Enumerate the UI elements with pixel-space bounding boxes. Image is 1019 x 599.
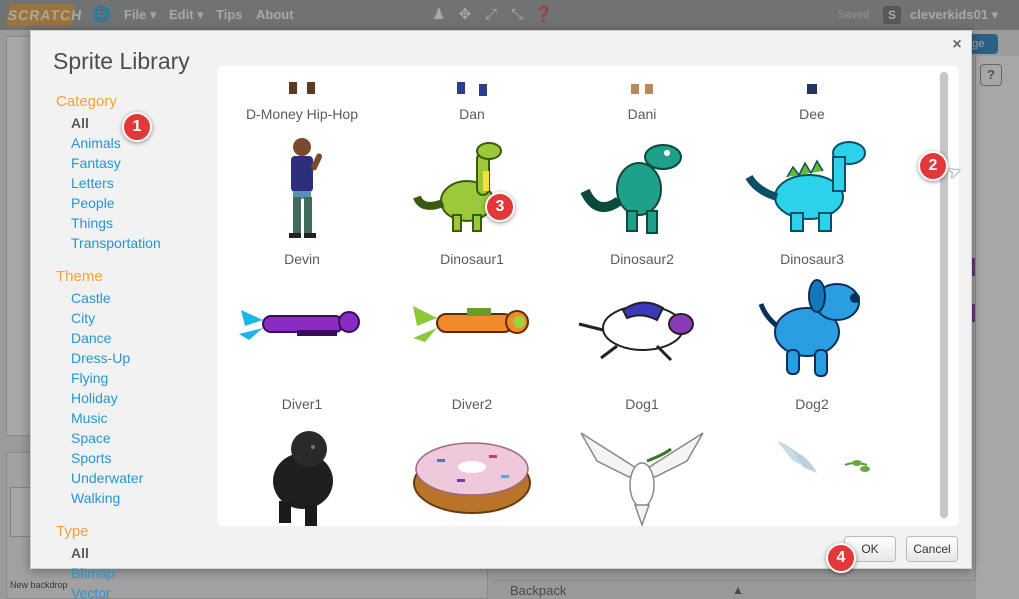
type-vector[interactable]: Vector xyxy=(71,585,111,599)
sprite-tile-dani[interactable]: Dani xyxy=(557,66,727,126)
step-marker-3: 3 xyxy=(485,192,515,222)
sprite-tile-dog2[interactable]: Dog2 xyxy=(727,276,897,416)
sprite-name: Dinosaur1 xyxy=(440,251,504,267)
dialog-title: Sprite Library xyxy=(53,48,190,74)
sprite-tile-dove[interactable] xyxy=(557,421,727,526)
sprite-name: Dinosaur3 xyxy=(780,251,844,267)
theme-space[interactable]: Space xyxy=(71,430,111,446)
sprite-name: Devin xyxy=(284,251,320,267)
sprite-thumbnail xyxy=(567,66,717,96)
theme-heading: Theme xyxy=(56,268,103,285)
category-heading: Category xyxy=(56,93,117,110)
sprite-name: Dani xyxy=(627,106,657,122)
sprite-thumbnail xyxy=(567,276,717,386)
sprite-tile-dinosaur1[interactable]: Dinosaur1 xyxy=(387,131,557,271)
sprite-tile-donut[interactable] xyxy=(387,421,557,526)
sprite-tile-dinosaur2[interactable]: Dinosaur2 xyxy=(557,131,727,271)
close-icon[interactable]: × xyxy=(949,35,965,55)
theme-music[interactable]: Music xyxy=(71,410,108,426)
theme-castle[interactable]: Castle xyxy=(71,290,111,306)
theme-holiday[interactable]: Holiday xyxy=(71,390,118,406)
sprite-name: Diver1 xyxy=(281,396,323,412)
sprite-name: D-Money Hip-Hop xyxy=(245,106,359,122)
type-bitmap[interactable]: Bitmap xyxy=(71,565,115,581)
sprite-tile-diver1[interactable]: Diver1 xyxy=(217,276,387,416)
step-marker-2: 2 xyxy=(918,151,948,181)
sprite-tile-devin[interactable]: Devin xyxy=(217,131,387,271)
sprite-name: Dee xyxy=(799,106,825,122)
category-all[interactable]: All xyxy=(71,115,89,131)
category-people[interactable]: People xyxy=(71,195,115,211)
sprite-thumbnail xyxy=(737,131,887,241)
sprite-name: Dog1 xyxy=(625,396,659,412)
sprite-tile-dog1[interactable]: Dog1 xyxy=(557,276,727,416)
sprite-thumbnail xyxy=(737,66,887,96)
sprite-tile-d-money-hip-hop[interactable]: D-Money Hip-Hop xyxy=(217,66,387,126)
sprite-thumbnail xyxy=(227,131,377,241)
category-fantasy[interactable]: Fantasy xyxy=(71,155,121,171)
sprite-thumbnail xyxy=(397,421,547,526)
theme-city[interactable]: City xyxy=(71,310,95,326)
sprite-thumbnail xyxy=(397,131,547,241)
sprite-tile-dinosaur3[interactable]: Dinosaur3 xyxy=(727,131,897,271)
sprite-tile-dan[interactable]: Dan xyxy=(387,66,557,126)
sprite-thumbnail xyxy=(737,421,887,526)
category-things[interactable]: Things xyxy=(71,215,113,231)
sprite-thumbnail xyxy=(397,276,547,386)
step-marker-4: 4 xyxy=(826,543,856,573)
sprite-tile-puppy[interactable] xyxy=(217,421,387,526)
sprite-tile-diver2[interactable]: Diver2 xyxy=(387,276,557,416)
type-heading: Type xyxy=(56,523,89,540)
sprite-grid: D-Money Hip-Hop Dan Dani Dee Devin Dinos… xyxy=(217,66,959,526)
step-marker-1: 1 xyxy=(122,112,152,142)
theme-walking[interactable]: Walking xyxy=(71,490,120,506)
sprite-name: Dinosaur2 xyxy=(610,251,674,267)
category-transportation[interactable]: Transportation xyxy=(71,235,161,251)
category-animals[interactable]: Animals xyxy=(71,135,121,151)
sprite-name: Diver2 xyxy=(451,396,493,412)
sprite-thumbnail xyxy=(737,276,887,386)
theme-dress-up[interactable]: Dress-Up xyxy=(71,350,130,366)
cancel-button[interactable]: Cancel xyxy=(906,536,958,562)
sprite-tile-dove-outline[interactable] xyxy=(727,421,897,526)
sprite-thumbnail xyxy=(227,421,377,526)
sprite-library-dialog: Sprite Library × Category All Animals Fa… xyxy=(30,30,972,599)
grid-scrollbar[interactable] xyxy=(940,72,948,519)
scrollbar-thumb[interactable] xyxy=(940,72,948,518)
sprite-thumbnail xyxy=(397,66,547,96)
sprite-thumbnail xyxy=(227,66,377,96)
theme-dance[interactable]: Dance xyxy=(71,330,111,346)
theme-underwater[interactable]: Underwater xyxy=(71,470,143,486)
theme-sports[interactable]: Sports xyxy=(71,450,111,466)
sprite-thumbnail xyxy=(567,421,717,526)
sprite-name: Dan xyxy=(459,106,485,122)
sprite-name: Dog2 xyxy=(795,396,829,412)
theme-flying[interactable]: Flying xyxy=(71,370,108,386)
sprite-thumbnail xyxy=(567,131,717,241)
type-all[interactable]: All xyxy=(71,545,89,561)
sprite-thumbnail xyxy=(227,276,377,386)
sprite-tile-dee[interactable]: Dee xyxy=(727,66,897,126)
category-letters[interactable]: Letters xyxy=(71,175,114,191)
